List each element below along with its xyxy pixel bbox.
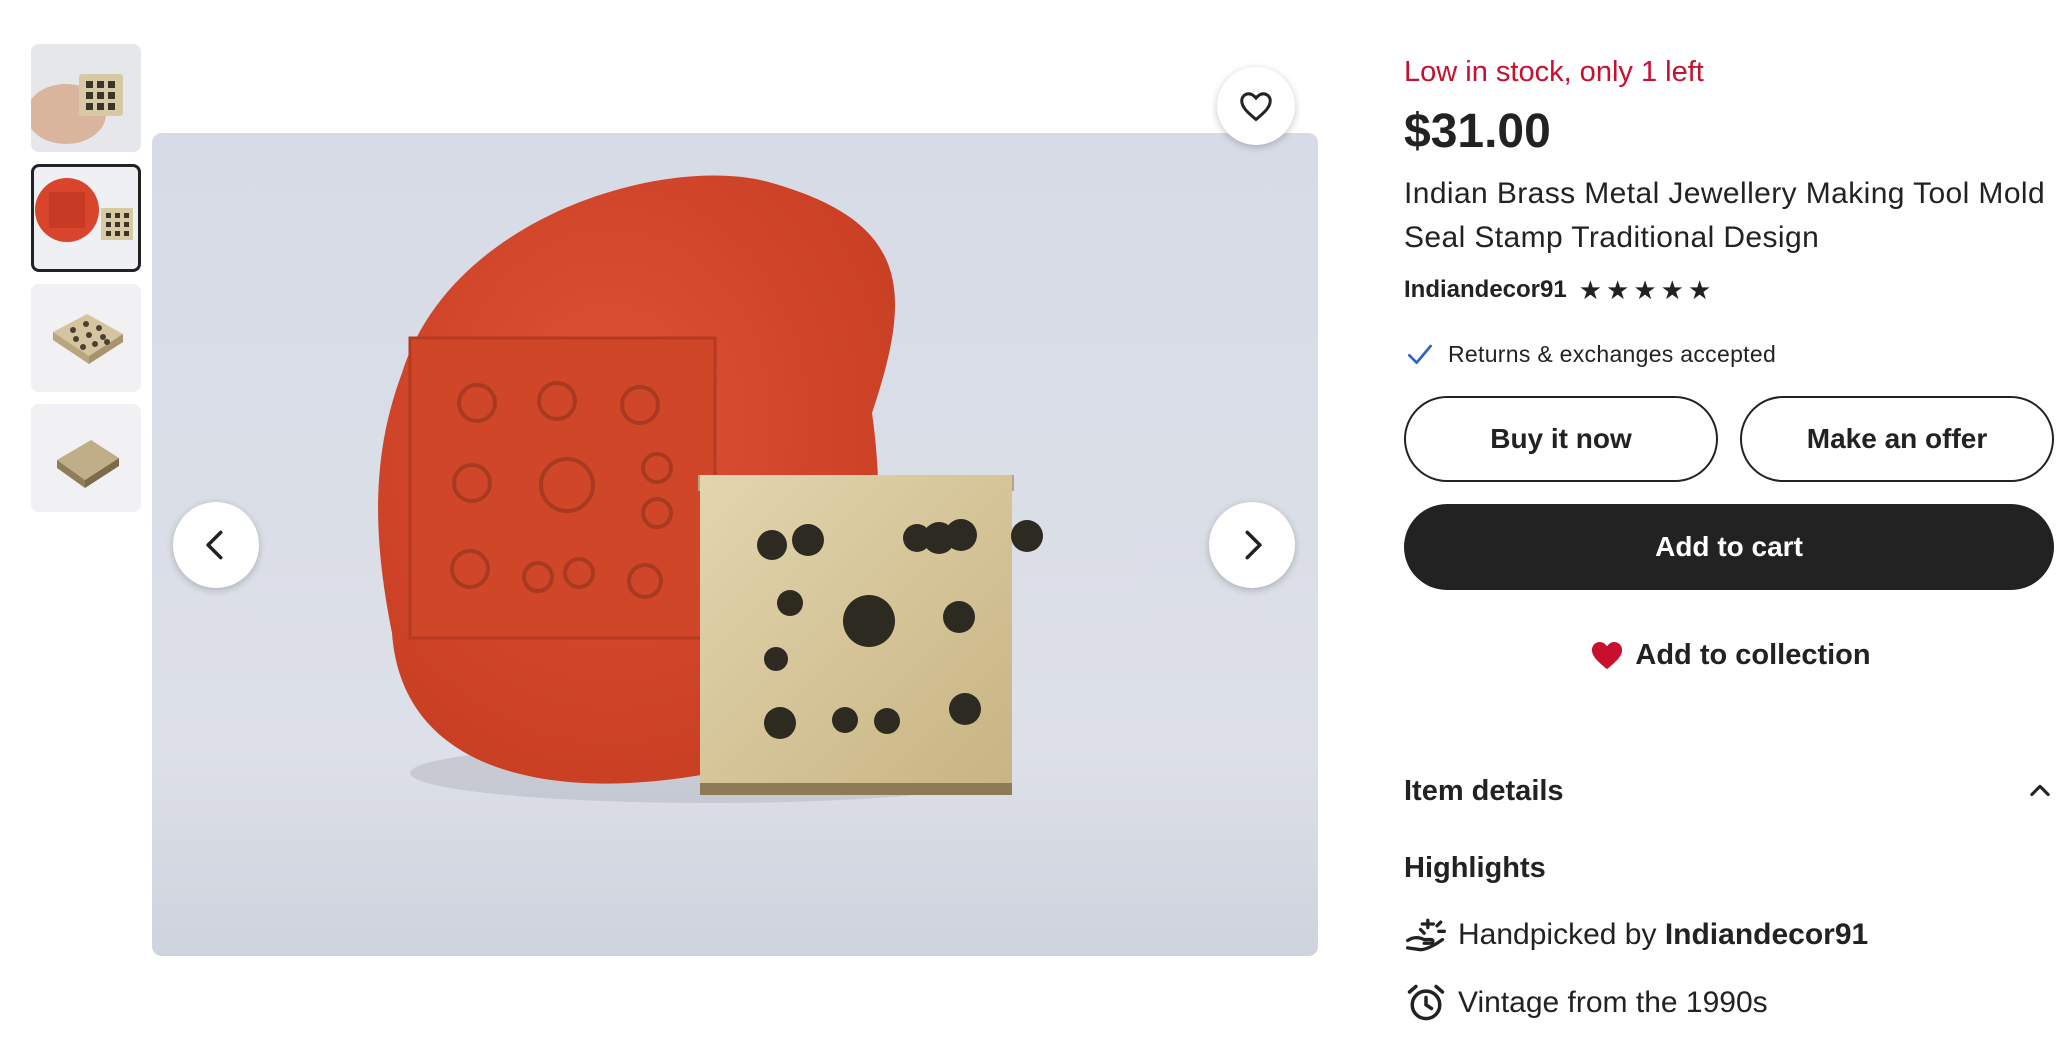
star-icon: ★ (1660, 275, 1684, 305)
highlight-handpicked: Handpicked by Indiandecor91 (1404, 912, 2054, 958)
chevron-left-icon (206, 530, 223, 560)
seller-name[interactable]: Indiandecor91 (1404, 276, 1567, 304)
buy-now-button[interactable]: Buy it now (1404, 396, 1718, 482)
favorite-button[interactable] (1217, 67, 1295, 145)
chevron-up-icon (2030, 784, 2050, 797)
alarm-clock-icon (1407, 984, 1445, 1021)
vintage-text: Vintage from the 1990s (1458, 986, 1768, 1019)
star-icon: ★ (1606, 275, 1630, 305)
stock-notice: Low in stock, only 1 left (1404, 56, 1704, 88)
thumbnail-strip (31, 44, 141, 524)
previous-image-button[interactable] (173, 502, 259, 588)
product-photo (152, 133, 1318, 956)
star-icon: ★ (1633, 275, 1657, 305)
price: $31.00 (1404, 105, 1551, 158)
seller-row: Indiandecor91 ★ ★ ★ ★ ★ (1404, 270, 2054, 310)
add-to-collection-button[interactable]: Add to collection (1404, 612, 2054, 698)
chevron-right-icon (1245, 530, 1262, 560)
thumbnail-2[interactable] (31, 164, 141, 272)
next-image-button[interactable] (1209, 502, 1295, 588)
thumbnail-1[interactable] (31, 44, 141, 152)
handpicked-seller: Indiandecor91 (1664, 918, 1869, 951)
heart-filled-icon (1592, 642, 1623, 670)
product-title: Indian Brass Metal Jewellery Making Tool… (1404, 177, 2046, 254)
handpicked-prefix: Handpicked by (1458, 918, 1657, 951)
thumbnail-3[interactable] (31, 284, 141, 392)
make-offer-button[interactable]: Make an offer (1740, 396, 2054, 482)
checkmark-icon (1408, 344, 1432, 364)
highlight-vintage: Vintage from the 1990s (1404, 980, 2054, 1026)
item-details-toggle[interactable]: Item details (1404, 766, 2054, 816)
returns-text: Returns & exchanges accepted (1448, 340, 1777, 367)
add-to-collection-label: Add to collection (1635, 638, 1871, 671)
star-icon: ★ (1578, 275, 1603, 305)
highlights-title: Highlights (1404, 852, 1546, 884)
heart-outline-icon (1240, 92, 1272, 122)
item-details-title: Item details (1404, 774, 1564, 807)
thumbnail-4[interactable] (31, 404, 141, 512)
purchase-options: Buy it now Make an offer (1404, 396, 2054, 482)
returns-row: Returns & exchanges accepted (1404, 334, 2054, 374)
product-info-panel: Low in stock, only 1 left $31.00 Indian … (1404, 50, 2054, 1026)
add-to-cart-button[interactable]: Add to cart (1404, 504, 2054, 590)
rating-stars: ★ ★ ★ ★ ★ (1579, 277, 1712, 303)
hand-sparkle-icon (1406, 918, 1446, 952)
main-product-image (152, 133, 1318, 956)
star-icon: ★ (1687, 275, 1712, 305)
